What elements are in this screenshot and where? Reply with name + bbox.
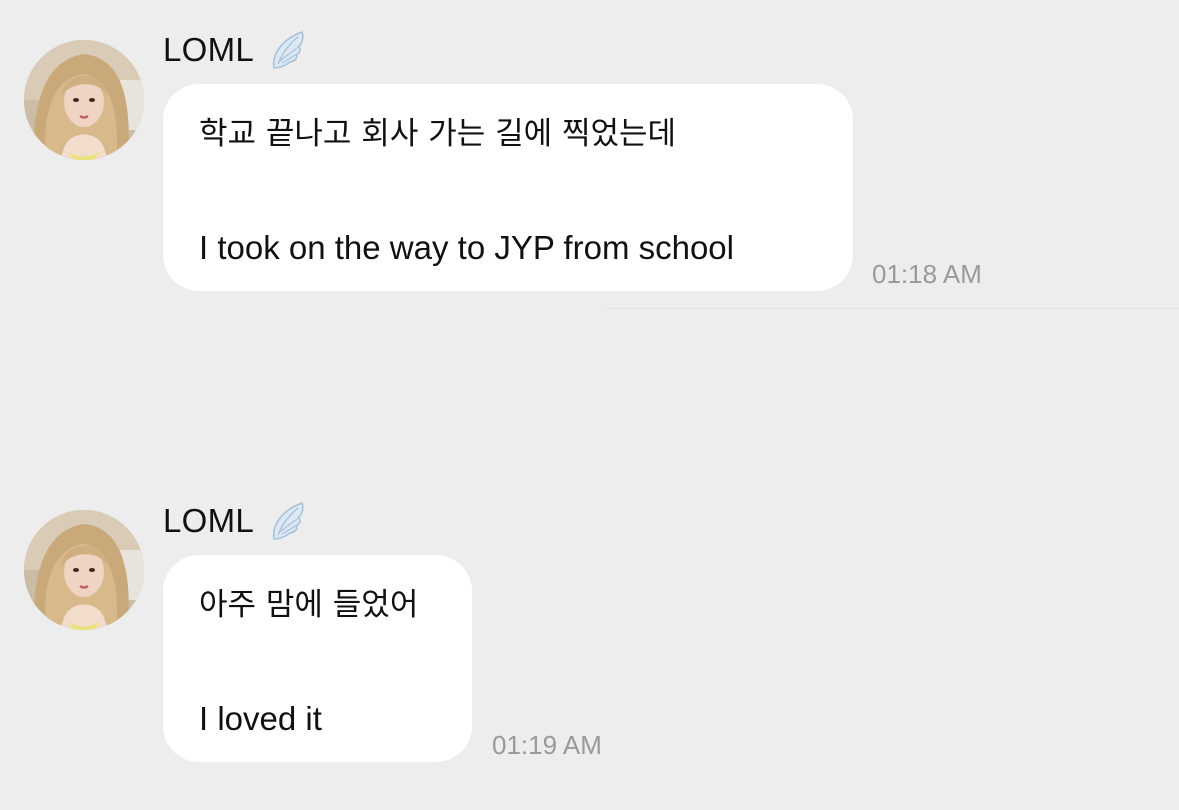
angel-wing-icon bbox=[268, 499, 308, 543]
angel-wing-icon bbox=[268, 28, 308, 72]
sender-header: LOML bbox=[163, 28, 308, 72]
sender-name[interactable]: LOML bbox=[163, 502, 254, 540]
message-timestamp: 01:18 AM bbox=[872, 259, 982, 289]
profile-photo-icon bbox=[24, 510, 144, 630]
line-spacer bbox=[199, 154, 817, 236]
message-text-korean: 아주 맘에 들었어 bbox=[199, 587, 419, 623]
sender-avatar[interactable] bbox=[24, 40, 144, 160]
message-bubble[interactable]: 학교 끝나고 회사 가는 길에 찍었는데 I took on the way t… bbox=[163, 84, 853, 291]
message-text-english: I took on the way to JYP from school bbox=[199, 229, 734, 266]
message-text-english: I loved it bbox=[199, 700, 322, 737]
profile-photo-icon bbox=[24, 40, 144, 160]
message-bubble[interactable]: 아주 맘에 들었어 I loved it bbox=[163, 555, 472, 762]
message-timestamp: 01:19 AM bbox=[492, 730, 602, 760]
sender-name[interactable]: LOML bbox=[163, 31, 254, 69]
divider-line bbox=[606, 308, 1179, 309]
sender-header: LOML bbox=[163, 499, 308, 543]
line-spacer bbox=[199, 625, 436, 707]
message-text-korean: 학교 끝나고 회사 가는 길에 찍었는데 bbox=[199, 116, 677, 152]
sender-avatar[interactable] bbox=[24, 510, 144, 630]
